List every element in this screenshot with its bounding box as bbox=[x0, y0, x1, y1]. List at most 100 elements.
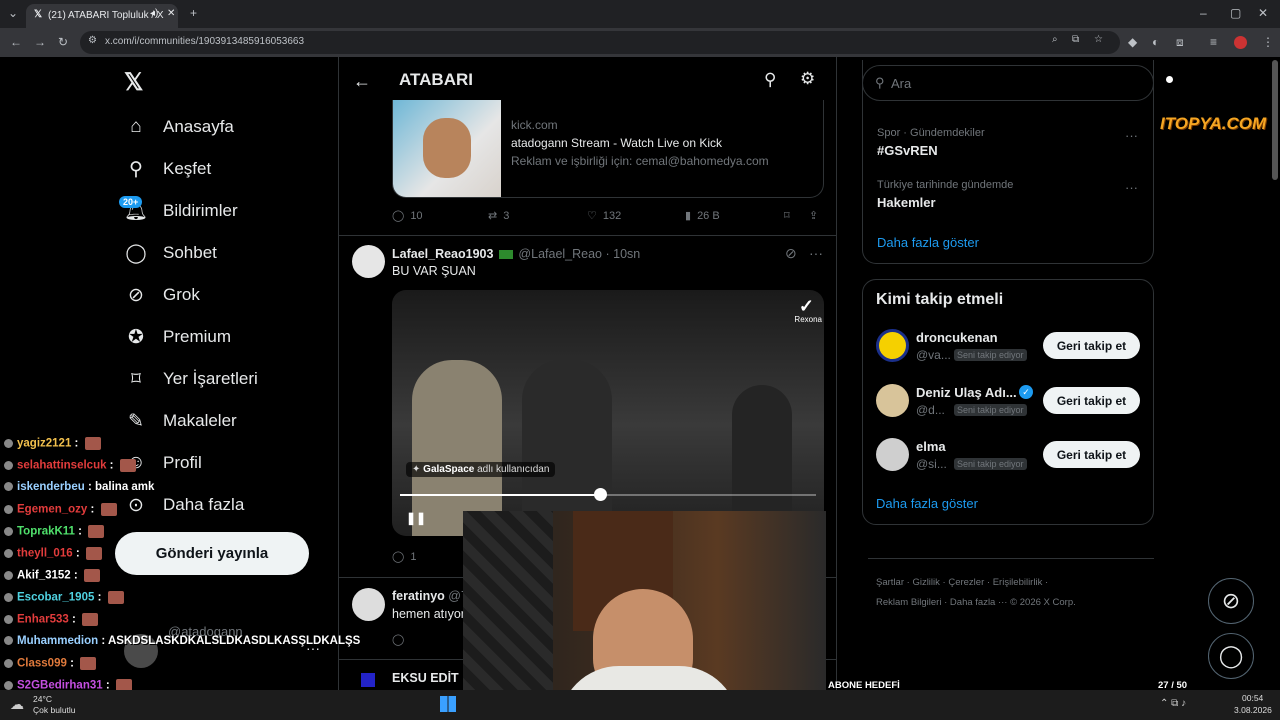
tweet-author-name[interactable]: EKSU EDİT bbox=[392, 671, 459, 685]
tab-close-icon[interactable]: ✕ bbox=[167, 8, 175, 19]
grok-explain-icon[interactable]: ⊘ bbox=[785, 245, 797, 262]
nav-bookmarks[interactable]: ⌑ Yer İşaretleri bbox=[124, 362, 258, 396]
footer-link[interactable]: Gizlilik bbox=[912, 577, 939, 588]
x-logo-icon[interactable]: 𝕏 bbox=[124, 68, 143, 97]
views-action[interactable]: ▮ 26 B bbox=[685, 209, 720, 223]
pause-icon[interactable]: ❚❚ bbox=[406, 511, 426, 525]
grok-fab-icon[interactable]: ⊘ bbox=[1208, 578, 1254, 624]
install-icon[interactable]: ⧉ bbox=[1072, 34, 1079, 45]
chat-username[interactable]: theyll_016 bbox=[17, 548, 73, 560]
retweet-action[interactable]: ⇄ 3 bbox=[488, 209, 509, 223]
reply-action[interactable]: ◯ 1 bbox=[392, 550, 416, 564]
back-arrow-icon[interactable]: ← bbox=[353, 71, 371, 92]
url-field[interactable]: ⚙ x.com/i/communities/190391348591605366… bbox=[80, 31, 1120, 54]
search-icon[interactable]: ⚲ bbox=[764, 70, 776, 90]
chat-emote-icon bbox=[119, 459, 136, 472]
share-icon[interactable]: ⇪ bbox=[809, 209, 818, 222]
profile-avatar[interactable] bbox=[1234, 36, 1247, 49]
weather-text: Çok bulutlu bbox=[33, 705, 76, 715]
chat-username[interactable]: Akif_3152 bbox=[17, 570, 71, 582]
nav-grok[interactable]: ⊘ Grok bbox=[124, 278, 200, 312]
tab-search-icon[interactable]: ⌄ bbox=[8, 6, 18, 20]
link-card[interactable]: kick.com atadogann Stream - Watch Live o… bbox=[392, 100, 824, 198]
tweet-avatar[interactable] bbox=[352, 245, 385, 278]
nav-more[interactable]: ⊙ Daha fazla bbox=[124, 488, 244, 522]
footer-link[interactable]: Erişilebilirlik bbox=[993, 577, 1043, 588]
user-avatar[interactable] bbox=[876, 384, 909, 417]
nav-explore[interactable]: ⚲ Keşfet bbox=[124, 152, 211, 186]
tweet-author-name[interactable]: feratinyo bbox=[392, 589, 445, 603]
bookmark-icon[interactable]: ⌑ bbox=[784, 209, 790, 222]
bookmark-star-icon[interactable]: ☆ bbox=[1094, 34, 1103, 45]
chat-username[interactable]: Muhammedion bbox=[17, 635, 98, 647]
user-name[interactable]: Deniz Ulaş Adı... bbox=[916, 385, 1017, 400]
follow-back-button[interactable]: Geri takip et bbox=[1043, 387, 1140, 414]
tweet-more-icon[interactable]: ··· bbox=[809, 245, 823, 261]
tweet-avatar[interactable] bbox=[352, 588, 385, 621]
nav-premium[interactable]: ✪ Premium bbox=[124, 320, 231, 354]
reply-icon[interactable]: ◯ bbox=[392, 633, 404, 646]
trend-more-icon[interactable]: ··· bbox=[1125, 180, 1138, 195]
trend-more-icon[interactable]: ··· bbox=[1125, 128, 1138, 143]
video-source-label[interactable]: ✦ GalaSpace adlı kullanıcıdan bbox=[406, 462, 556, 477]
tweet-time[interactable]: · 10sn bbox=[606, 247, 641, 261]
nav-articles[interactable]: ✎ Makaleler bbox=[124, 404, 237, 438]
chat-separator: : bbox=[72, 547, 83, 560]
follow-back-button[interactable]: Geri takip et bbox=[1043, 332, 1140, 359]
post-button[interactable]: Gönderi yayınla bbox=[115, 532, 309, 575]
user-name[interactable]: droncukenan bbox=[916, 330, 998, 345]
trends-show-more[interactable]: Daha fazla göster bbox=[877, 235, 979, 250]
video-scrubber-handle[interactable] bbox=[593, 488, 607, 501]
footer-link[interactable]: Daha fazla ··· bbox=[950, 597, 1008, 608]
site-info-icon[interactable]: ⚙ bbox=[88, 35, 97, 46]
trend-title[interactable]: #GSvREN bbox=[877, 143, 938, 158]
back-icon[interactable]: ← bbox=[10, 35, 22, 49]
browser-tab[interactable]: 𝕏 (21) ATABARI Topluluk / X ◂) ✕ bbox=[26, 4, 178, 28]
trend-title[interactable]: Hakemler bbox=[877, 195, 936, 210]
zoom-icon[interactable]: ⌕ bbox=[1052, 34, 1058, 45]
restore-icon[interactable]: ▢ bbox=[1230, 6, 1241, 20]
tweet-author-name[interactable]: Lafael_Reao1903 bbox=[392, 247, 493, 261]
like-action[interactable]: ♡ 132 bbox=[587, 209, 621, 223]
user-name[interactable]: elma bbox=[916, 439, 946, 454]
chat-username[interactable]: Class099 bbox=[17, 658, 67, 670]
tweet-handle[interactable]: @Lafael_Reao bbox=[518, 247, 602, 261]
tab-groups-icon[interactable]: ≡ bbox=[1210, 35, 1217, 49]
messages-fab-icon[interactable]: ◯ bbox=[1208, 633, 1254, 679]
chat-username[interactable]: selahattinselcuk bbox=[17, 460, 106, 472]
windows-start-icon[interactable] bbox=[440, 696, 456, 712]
footer-link[interactable]: Çerezler bbox=[948, 577, 984, 588]
window-close-icon[interactable]: ✕ bbox=[1258, 6, 1268, 20]
chat-username[interactable]: ToprakK11 bbox=[17, 526, 75, 538]
extensions-puzzle-icon[interactable]: ⧈ bbox=[1176, 35, 1184, 50]
forward-icon[interactable]: → bbox=[34, 35, 46, 49]
new-tab-icon[interactable]: + bbox=[190, 6, 197, 20]
chat-username[interactable]: Enhar533 bbox=[17, 614, 69, 626]
chat-username[interactable]: iskenderbeu bbox=[17, 481, 85, 493]
tweet-video[interactable]: ✓ Rexona ✦ GalaSpace adlı kullanıcıdan ❚… bbox=[392, 290, 824, 536]
tray-icons[interactable]: ⌃ ⧉ ♪ bbox=[1160, 698, 1186, 709]
extension-icon[interactable]: ◆ bbox=[1128, 35, 1137, 49]
scrollbar[interactable] bbox=[1272, 60, 1278, 180]
nav-chat[interactable]: ◯ Sohbet bbox=[124, 236, 217, 270]
reply-action[interactable]: ◯ 10 bbox=[392, 209, 423, 223]
settings-gear-icon[interactable]: ⚙ bbox=[800, 69, 815, 89]
chrome-menu-icon[interactable]: ⋮ bbox=[1262, 35, 1274, 49]
user-avatar[interactable] bbox=[876, 329, 909, 362]
follow-show-more[interactable]: Daha fazla göster bbox=[876, 496, 978, 511]
reload-icon[interactable]: ↻ bbox=[58, 35, 68, 49]
reply-icon: ◯ bbox=[392, 210, 405, 222]
chat-username[interactable]: Egemen_ozy bbox=[17, 504, 87, 516]
video-scrubber-track[interactable] bbox=[400, 488, 816, 501]
chat-username[interactable]: Escobar_1905 bbox=[17, 592, 94, 604]
user-avatar[interactable] bbox=[876, 438, 909, 471]
tweet-avatar[interactable] bbox=[361, 673, 375, 687]
follow-back-button[interactable]: Geri takip et bbox=[1043, 441, 1140, 468]
tab-audio-icon[interactable]: ◂) bbox=[150, 8, 158, 19]
chat-username[interactable]: yagiz2121 bbox=[17, 438, 71, 450]
footer-link[interactable]: Şartlar bbox=[876, 577, 904, 588]
footer-link[interactable]: Reklam Bilgileri bbox=[876, 597, 941, 608]
extension2-icon[interactable]: ◐ bbox=[1152, 35, 1159, 49]
minimize-icon[interactable]: – bbox=[1200, 6, 1207, 20]
nav-home[interactable]: ⌂ Anasayfa bbox=[124, 110, 234, 144]
